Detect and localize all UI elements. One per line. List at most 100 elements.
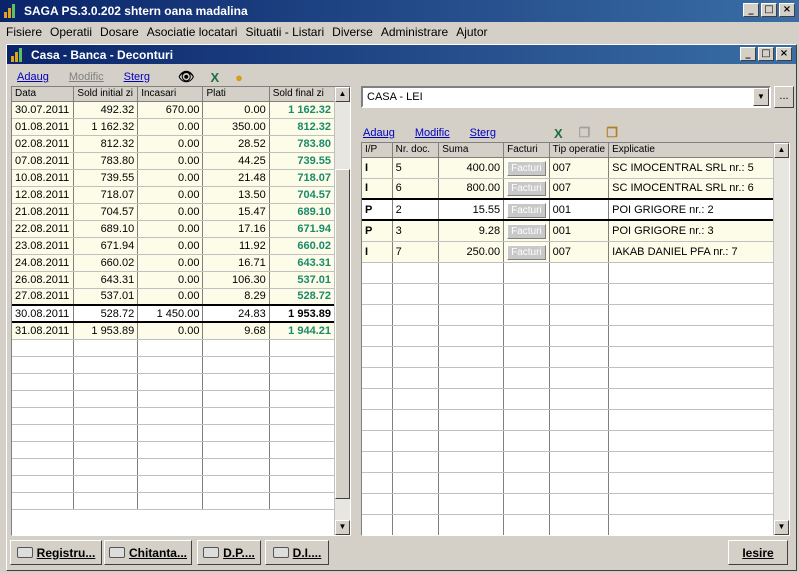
right-scroll-up-arrow-icon[interactable]: ▲ <box>774 143 789 158</box>
sold-final-cell[interactable]: 528.72 <box>269 288 336 306</box>
sold-initial-cell[interactable]: 660.02 <box>73 254 139 272</box>
documents-grid[interactable]: I/P Nr. doc. Suma Facturi Tip operatie E… <box>361 142 790 536</box>
coins-icon[interactable]: ● <box>235 70 243 85</box>
incasari-cell[interactable]: 0.00 <box>137 254 204 272</box>
date-cell[interactable]: 24.08.2011 <box>12 254 75 272</box>
document-row[interactable]: I 7 250.00 Facturi 007 IAKAB DANIEL PFA nr.: … <box>362 241 774 263</box>
menu-operatii[interactable]: Operatii <box>46 25 96 39</box>
incasari-cell[interactable]: 0.00 <box>137 152 204 170</box>
explicatie-cell[interactable]: IAKAB DANIEL PFA nr.: 7 <box>608 241 774 263</box>
menu-diverse[interactable]: Diverse <box>328 25 377 39</box>
date-cell[interactable]: 01.08.2011 <box>12 118 75 136</box>
excel-icon[interactable]: X <box>210 70 219 85</box>
plati-cell[interactable]: 11.92 <box>202 237 270 255</box>
col-tip-operatie[interactable]: Tip operatie <box>549 143 610 158</box>
facturi-cell[interactable]: Facturi <box>503 178 550 200</box>
paste-icon[interactable]: ❐ <box>606 125 618 141</box>
col-data[interactable]: Data <box>12 87 75 102</box>
sold-final-cell[interactable]: 671.94 <box>269 220 336 238</box>
daily-balance-row[interactable]: 07.08.2011 783.80 0.00 44.25 739.55 <box>12 152 336 170</box>
date-cell[interactable]: 23.08.2011 <box>12 237 75 255</box>
sold-final-cell[interactable]: 739.55 <box>269 152 336 170</box>
child-minimize-button[interactable]: _ <box>740 47 756 61</box>
scroll-down-arrow-icon[interactable]: ▼ <box>335 520 350 535</box>
scroll-thumb[interactable] <box>335 169 350 499</box>
dropdown-arrow-icon[interactable]: ▼ <box>753 88 769 106</box>
sold-initial-cell[interactable]: 812.32 <box>73 135 139 153</box>
daily-balance-row[interactable]: 10.08.2011 739.55 0.00 21.48 718.07 <box>12 169 336 187</box>
right-delete-button[interactable]: Sterg <box>470 127 496 139</box>
suma-cell[interactable]: 800.00 <box>438 178 505 200</box>
plati-cell[interactable]: 21.48 <box>202 169 270 187</box>
scroll-up-arrow-icon[interactable]: ▲ <box>335 87 350 102</box>
sold-final-cell[interactable]: 1 953.89 <box>269 304 336 323</box>
sold-final-cell[interactable]: 689.10 <box>269 203 336 221</box>
daily-balance-row[interactable]: 12.08.2011 718.07 0.00 13.50 704.57 <box>12 186 336 204</box>
binoculars-icon[interactable]: 👁 <box>178 69 195 85</box>
child-maximize-button[interactable]: □ <box>758 47 774 61</box>
sold-final-cell[interactable]: 704.57 <box>269 186 336 204</box>
col-facturi[interactable]: Facturi <box>503 143 550 158</box>
facturi-cell[interactable]: Facturi <box>503 241 550 263</box>
sold-initial-cell[interactable]: 671.94 <box>73 237 139 255</box>
sold-final-cell[interactable]: 537.01 <box>269 271 336 289</box>
plati-cell[interactable]: 0.00 <box>202 101 270 119</box>
facturi-button[interactable]: Facturi <box>507 202 546 218</box>
col-sold-final[interactable]: Sold final zi <box>269 87 336 102</box>
date-cell[interactable]: 26.08.2011 <box>12 271 75 289</box>
sold-initial-cell[interactable]: 739.55 <box>73 169 139 187</box>
ip-cell[interactable]: P <box>362 198 393 221</box>
ip-cell[interactable]: I <box>362 157 393 179</box>
date-cell[interactable]: 27.08.2011 <box>12 288 75 306</box>
plati-cell[interactable]: 13.50 <box>202 186 270 204</box>
incasari-cell[interactable]: 0.00 <box>137 135 204 153</box>
sold-final-cell[interactable]: 1 162.32 <box>269 101 336 119</box>
facturi-button[interactable]: Facturi <box>507 160 546 176</box>
tip-operatie-cell[interactable]: 001 <box>549 198 610 221</box>
daily-balance-row[interactable]: 02.08.2011 812.32 0.00 28.52 783.80 <box>12 135 336 153</box>
right-excel-icon[interactable]: X <box>554 126 563 141</box>
col-incasari[interactable]: Incasari <box>137 87 204 102</box>
right-vertical-scrollbar[interactable]: ▲ ▼ <box>773 143 789 535</box>
incasari-cell[interactable]: 0.00 <box>137 288 204 306</box>
left-delete-button[interactable]: Sterg <box>124 71 150 83</box>
incasari-cell[interactable]: 0.00 <box>137 118 204 136</box>
incasari-cell[interactable]: 0.00 <box>137 237 204 255</box>
plati-cell[interactable]: 106.30 <box>202 271 270 289</box>
document-row[interactable]: I 5 400.00 Facturi 007 SC IMOCENTRAL SRL nr.:… <box>362 157 774 179</box>
menu-administrare[interactable]: Administrare <box>377 25 452 39</box>
plati-cell[interactable]: 24.83 <box>202 304 270 323</box>
menu-fisiere[interactable]: Fisiere <box>2 25 46 39</box>
daily-balance-row[interactable]: 26.08.2011 643.31 0.00 106.30 537.01 <box>12 271 336 289</box>
ip-cell[interactable]: P <box>362 220 393 242</box>
menu-dosare[interactable]: Dosare <box>96 25 143 39</box>
sold-final-cell[interactable]: 660.02 <box>269 237 336 255</box>
incasari-cell[interactable]: 670.00 <box>137 101 204 119</box>
daily-balance-row[interactable]: 30.07.2011 492.32 670.00 0.00 1 162.32 <box>12 101 336 119</box>
explicatie-cell[interactable]: POI GRIGORE nr.: 3 <box>608 220 774 242</box>
sold-initial-cell[interactable]: 492.32 <box>73 101 139 119</box>
sold-initial-cell[interactable]: 689.10 <box>73 220 139 238</box>
tip-operatie-cell[interactable]: 001 <box>549 220 610 242</box>
facturi-button[interactable]: Facturi <box>507 181 546 197</box>
plati-cell[interactable]: 9.68 <box>202 322 270 340</box>
plati-cell[interactable]: 15.47 <box>202 203 270 221</box>
suma-cell[interactable]: 15.55 <box>438 198 505 221</box>
suma-cell[interactable]: 400.00 <box>438 157 505 179</box>
right-scroll-down-arrow-icon[interactable]: ▼ <box>774 520 789 535</box>
incasari-cell[interactable]: 0.00 <box>137 186 204 204</box>
plati-cell[interactable]: 16.71 <box>202 254 270 272</box>
document-row[interactable]: I 6 800.00 Facturi 007 SC IMOCENTRAL SRL nr.:… <box>362 178 774 200</box>
date-cell[interactable]: 30.08.2011 <box>12 304 75 323</box>
daily-balance-row[interactable]: 31.08.2011 1 953.89 0.00 9.68 1 944.21 <box>12 322 336 340</box>
sold-final-cell[interactable]: 783.80 <box>269 135 336 153</box>
right-modify-button[interactable]: Modific <box>415 127 450 139</box>
date-cell[interactable]: 12.08.2011 <box>12 186 75 204</box>
left-modify-button[interactable]: Modific <box>69 71 104 83</box>
incasari-cell[interactable]: 0.00 <box>137 271 204 289</box>
date-cell[interactable]: 10.08.2011 <box>12 169 75 187</box>
ip-cell[interactable]: I <box>362 241 393 263</box>
date-cell[interactable]: 07.08.2011 <box>12 152 75 170</box>
explicatie-cell[interactable]: SC IMOCENTRAL SRL nr.: 5 <box>608 157 774 179</box>
exit-button[interactable]: Iesire <box>728 540 788 565</box>
